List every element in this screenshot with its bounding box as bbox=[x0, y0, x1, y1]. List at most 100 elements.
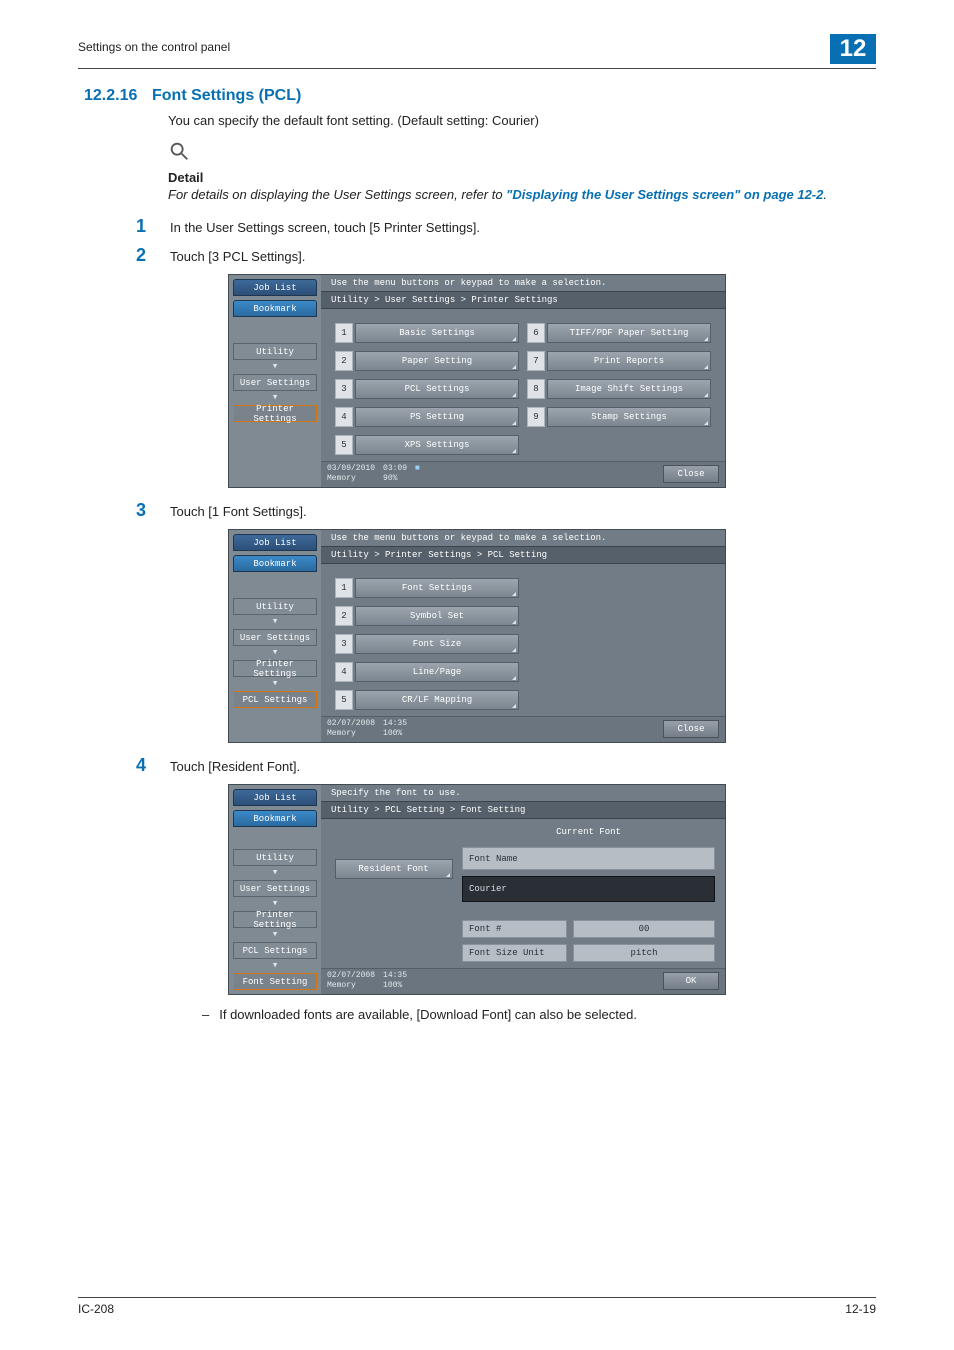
font-name-label: Font Name bbox=[462, 847, 715, 870]
bookmark-tab[interactable]: Bookmark bbox=[233, 810, 317, 827]
step-1-text: In the User Settings screen, touch [5 Pr… bbox=[170, 220, 480, 235]
arrow-down-icon: ▾ bbox=[272, 901, 279, 907]
footer-right: 12-19 bbox=[845, 1302, 876, 1316]
basic-settings-button[interactable]: Basic Settings bbox=[355, 323, 519, 343]
current-font-title: Current Font bbox=[462, 827, 715, 841]
font-num-label: Font # bbox=[462, 920, 567, 938]
paper-setting-button[interactable]: Paper Setting bbox=[355, 351, 519, 371]
status-time: 03:09 bbox=[383, 464, 407, 474]
font-name-value: Courier bbox=[462, 876, 715, 902]
section-title: Font Settings (PCL) bbox=[152, 87, 301, 105]
side-font-setting[interactable]: Font Setting bbox=[233, 973, 317, 990]
status-date: 02/07/2008 bbox=[327, 719, 375, 729]
detail-suffix: . bbox=[823, 187, 827, 202]
side-user-settings[interactable]: User Settings bbox=[233, 374, 317, 391]
step-4-note: If downloaded fonts are available, [Down… bbox=[202, 1007, 876, 1022]
symbol-set-button[interactable]: Symbol Set bbox=[355, 606, 519, 626]
opt-num: 4 bbox=[335, 407, 353, 427]
side-pcl-settings[interactable]: PCL Settings bbox=[233, 691, 317, 708]
detail-prefix: For details on displaying the User Setti… bbox=[168, 187, 506, 202]
side-printer-settings[interactable]: Printer Settings bbox=[233, 911, 317, 928]
print-reports-button[interactable]: Print Reports bbox=[547, 351, 711, 371]
xps-settings-button[interactable]: XPS Settings bbox=[355, 435, 519, 455]
instruction-text: Use the menu buttons or keypad to make a… bbox=[321, 530, 725, 546]
step-2-number: 2 bbox=[132, 245, 146, 266]
opt-num: 5 bbox=[335, 690, 353, 710]
image-shift-button[interactable]: Image Shift Settings bbox=[547, 379, 711, 399]
step-4-number: 4 bbox=[132, 755, 146, 776]
running-head: Settings on the control panel bbox=[78, 34, 230, 54]
step-4-text: Touch [Resident Font]. bbox=[170, 759, 300, 774]
chapter-number: 12 bbox=[830, 34, 876, 64]
resident-font-button[interactable]: Resident Font bbox=[335, 859, 453, 879]
header-rule bbox=[78, 68, 876, 69]
ok-button[interactable]: OK bbox=[663, 972, 719, 990]
status-time: 14:35 bbox=[383, 971, 407, 981]
font-size-unit-label: Font Size Unit bbox=[462, 944, 567, 962]
opt-num: 5 bbox=[335, 435, 353, 455]
arrow-down-icon: ▾ bbox=[272, 681, 279, 687]
font-settings-button[interactable]: Font Settings bbox=[355, 578, 519, 598]
joblist-tab[interactable]: Job List bbox=[233, 789, 317, 806]
opt-num: 2 bbox=[335, 606, 353, 626]
opt-num: 1 bbox=[335, 578, 353, 598]
side-printer-settings[interactable]: Printer Settings bbox=[233, 660, 317, 677]
line-page-button[interactable]: Line/Page bbox=[355, 662, 519, 682]
joblist-tab[interactable]: Job List bbox=[233, 279, 317, 296]
arrow-down-icon: ▾ bbox=[272, 650, 279, 656]
opt-num: 2 bbox=[335, 351, 353, 371]
side-user-settings[interactable]: User Settings bbox=[233, 629, 317, 646]
close-button[interactable]: Close bbox=[663, 465, 719, 483]
side-utility[interactable]: Utility bbox=[233, 598, 317, 615]
pcl-settings-button[interactable]: PCL Settings bbox=[355, 379, 519, 399]
side-utility[interactable]: Utility bbox=[233, 849, 317, 866]
side-user-settings[interactable]: User Settings bbox=[233, 880, 317, 897]
opt-num: 7 bbox=[527, 351, 545, 371]
opt-num: 3 bbox=[335, 634, 353, 654]
screenshot-pcl-setting: Job List Bookmark Utility ▾ User Setting… bbox=[228, 529, 726, 743]
joblist-tab[interactable]: Job List bbox=[233, 534, 317, 551]
opt-num: 4 bbox=[335, 662, 353, 682]
status-mem-val: 100% bbox=[383, 981, 407, 991]
font-size-button[interactable]: Font Size bbox=[355, 634, 519, 654]
close-button[interactable]: Close bbox=[663, 720, 719, 738]
status-icon: ■ bbox=[415, 464, 420, 484]
screenshot-font-setting: Job List Bookmark Utility ▾ User Setting… bbox=[228, 784, 726, 995]
side-printer-settings[interactable]: Printer Settings bbox=[233, 405, 317, 422]
status-mem-val: 90% bbox=[383, 474, 407, 484]
status-mem-label: Memory bbox=[327, 981, 375, 991]
arrow-down-icon: ▾ bbox=[272, 395, 279, 401]
bookmark-tab[interactable]: Bookmark bbox=[233, 300, 317, 317]
detail-body: For details on displaying the User Setti… bbox=[168, 187, 876, 202]
status-mem-label: Memory bbox=[327, 729, 375, 739]
detail-heading: Detail bbox=[168, 170, 876, 185]
arrow-down-icon: ▾ bbox=[272, 963, 279, 969]
opt-num: 1 bbox=[335, 323, 353, 343]
arrow-down-icon: ▾ bbox=[272, 932, 279, 938]
crlf-mapping-button[interactable]: CR/LF Mapping bbox=[355, 690, 519, 710]
opt-num: 3 bbox=[335, 379, 353, 399]
step-1-number: 1 bbox=[132, 216, 146, 237]
instruction-text: Specify the font to use. bbox=[321, 785, 725, 801]
status-date: 02/07/2008 bbox=[327, 971, 375, 981]
bookmark-tab[interactable]: Bookmark bbox=[233, 555, 317, 572]
side-utility[interactable]: Utility bbox=[233, 343, 317, 360]
step-3-text: Touch [1 Font Settings]. bbox=[170, 504, 307, 519]
detail-link[interactable]: "Displaying the User Settings screen" on… bbox=[506, 187, 823, 202]
instruction-text: Use the menu buttons or keypad to make a… bbox=[321, 275, 725, 291]
detail-icon bbox=[168, 140, 876, 168]
opt-num: 8 bbox=[527, 379, 545, 399]
ps-setting-button[interactable]: PS Setting bbox=[355, 407, 519, 427]
footer-left: IC-208 bbox=[78, 1302, 114, 1316]
opt-num: 6 bbox=[527, 323, 545, 343]
breadcrumb: Utility > PCL Setting > Font Setting bbox=[321, 801, 725, 819]
side-pcl-settings[interactable]: PCL Settings bbox=[233, 942, 317, 959]
arrow-down-icon: ▾ bbox=[272, 619, 279, 625]
tiff-pdf-button[interactable]: TIFF/PDF Paper Setting bbox=[547, 323, 711, 343]
step-3-number: 3 bbox=[132, 500, 146, 521]
arrow-down-icon: ▾ bbox=[272, 870, 279, 876]
font-size-unit-value: pitch bbox=[573, 944, 715, 962]
opt-num: 9 bbox=[527, 407, 545, 427]
breadcrumb: Utility > Printer Settings > PCL Setting bbox=[321, 546, 725, 564]
stamp-settings-button[interactable]: Stamp Settings bbox=[547, 407, 711, 427]
